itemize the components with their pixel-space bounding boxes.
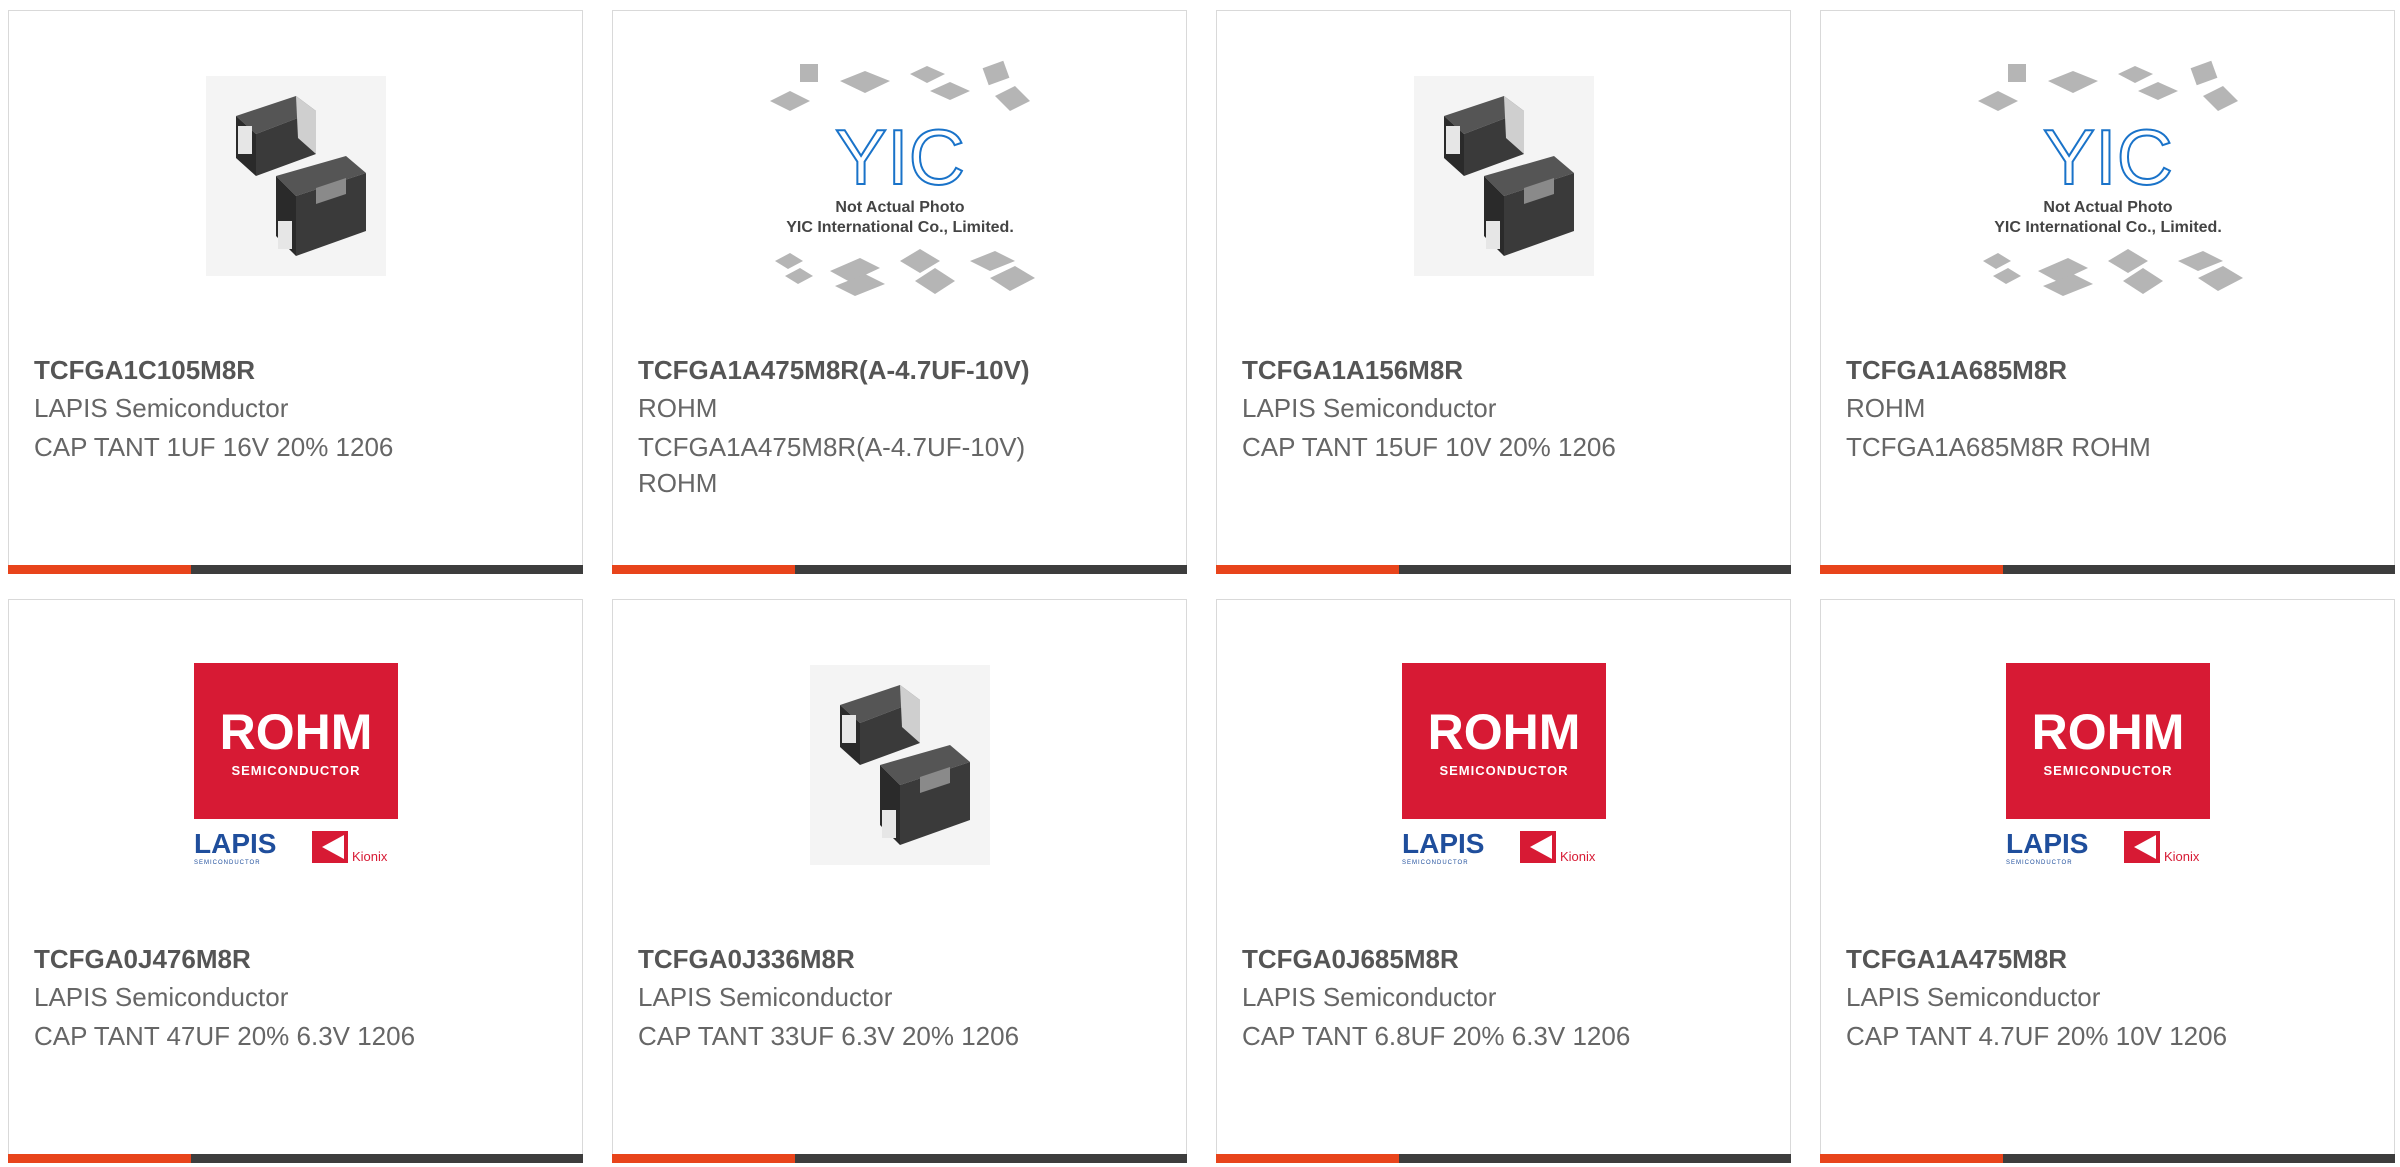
lapis-logo: LAPIS [194,828,276,859]
svg-text:SEMICONDUCTOR: SEMICONDUCTOR [1402,860,1469,866]
part-number[interactable]: TCFGA1A475M8R [1846,944,2067,975]
part-number[interactable]: TCFGA0J336M8R [638,944,855,975]
product-image[interactable] [1217,71,1790,281]
card-accent [612,1154,795,1163]
rohm-logo: ROHM [219,704,372,760]
svg-text:SEMICONDUCTOR: SEMICONDUCTOR [2043,763,2172,778]
card-bottom-bar [612,1154,1187,1163]
yic-company-text: YIC International Co., Limited. [786,219,1014,236]
card-bottom-bar [1820,565,2395,574]
manufacturer: LAPIS Semiconductor [638,982,893,1012]
card-accent [1216,565,1399,574]
part-number[interactable]: TCFGA1A156M8R [1242,355,1463,386]
svg-text:SEMICONDUCTOR: SEMICONDUCTOR [194,860,261,866]
svg-text:SEMICONDUCTOR: SEMICONDUCTOR [231,763,360,778]
product-card[interactable]: TCFGA0J336M8R LAPIS Semiconductor CAP TA… [612,599,1187,1163]
description: TCFGA1A475M8R(A-4.7UF-10V) ROHM [638,432,1026,498]
svg-text:SEMICONDUCTOR: SEMICONDUCTOR [2006,860,2073,866]
lapis-logo: LAPIS [2006,828,2088,859]
product-card[interactable]: ROHM SEMICONDUCTOR LAPIS SEMICONDUCTOR K… [1216,599,1791,1163]
description: TCFGA1A685M8R ROHM [1846,432,2151,462]
product-image[interactable]: ROHM SEMICONDUCTOR LAPIS SEMICONDUCTOR K… [1217,660,1790,870]
part-number[interactable]: TCFGA1A475M8R(A-4.7UF-10V) [638,355,1030,386]
product-card[interactable]: YIC Not Actual Photo YIC International C… [612,10,1187,574]
lapis-logo: LAPIS [1402,828,1484,859]
yic-logo: YIC [2042,113,2172,201]
product-card[interactable]: ROHM SEMICONDUCTOR LAPIS SEMICONDUCTOR K… [8,599,583,1163]
product-image[interactable]: YIC Not Actual Photo YIC International C… [1821,60,2394,296]
part-number[interactable]: TCFGA0J476M8R [34,944,251,975]
rohm-logo: ROHM [2031,704,2184,760]
card-bottom-bar [1216,1154,1791,1163]
manufacturer: LAPIS Semiconductor [34,393,289,423]
part-number[interactable]: TCFGA1C105M8R [34,355,255,386]
yic-placeholder-image: YIC Not Actual Photo YIC International C… [769,60,1035,296]
card-accent [1216,1154,1399,1163]
rohm-logo-image: ROHM SEMICONDUCTOR LAPIS SEMICONDUCTOR K… [193,663,398,866]
description: CAP TANT 33UF 6.3V 20% 1206 [638,1021,1020,1051]
description: CAP TANT 47UF 20% 6.3V 1206 [34,1021,416,1051]
not-actual-photo-text: Not Actual Photo [835,199,964,216]
svg-text:Kionix: Kionix [352,849,388,864]
card-bottom-bar [1216,565,1791,574]
capacitor-image [1413,76,1594,276]
capacitor-image [205,76,386,276]
yic-logo: YIC [834,113,964,201]
product-card[interactable]: TCFGA1A156M8R LAPIS Semiconductor CAP TA… [1216,10,1791,574]
rohm-logo: ROHM [1427,704,1580,760]
manufacturer: LAPIS Semiconductor [1846,982,2101,1012]
manufacturer: ROHM [638,393,718,423]
svg-text:Kionix: Kionix [2164,849,2200,864]
capacitor-image [809,665,990,865]
manufacturer: ROHM [1846,393,1926,423]
rohm-logo-image: ROHM SEMICONDUCTOR LAPIS SEMICONDUCTOR K… [1401,663,1606,866]
product-image[interactable] [9,71,582,281]
part-number[interactable]: TCFGA0J685M8R [1242,944,1459,975]
manufacturer: LAPIS Semiconductor [34,982,289,1012]
manufacturer: LAPIS Semiconductor [1242,982,1497,1012]
part-number[interactable]: TCFGA1A685M8R [1846,355,2067,386]
product-image[interactable]: YIC Not Actual Photo YIC International C… [613,60,1186,296]
svg-text:Kionix: Kionix [1560,849,1596,864]
card-accent [8,565,191,574]
card-bottom-bar [612,565,1187,574]
description: CAP TANT 6.8UF 20% 6.3V 1206 [1242,1021,1631,1051]
card-bottom-bar [8,565,583,574]
card-accent [1820,565,2003,574]
card-accent [612,565,795,574]
product-card[interactable]: ROHM SEMICONDUCTOR LAPIS SEMICONDUCTOR K… [1820,599,2395,1163]
card-bottom-bar [8,1154,583,1163]
description: CAP TANT 4.7UF 20% 10V 1206 [1846,1021,2228,1051]
product-image[interactable]: ROHM SEMICONDUCTOR LAPIS SEMICONDUCTOR K… [1821,660,2394,870]
svg-text:SEMICONDUCTOR: SEMICONDUCTOR [1439,763,1568,778]
manufacturer: LAPIS Semiconductor [1242,393,1497,423]
description: CAP TANT 1UF 16V 20% 1206 [34,432,394,462]
yic-placeholder-image: YIC Not Actual Photo YIC International C… [1977,60,2243,296]
product-image[interactable] [613,660,1186,870]
product-image[interactable]: ROHM SEMICONDUCTOR LAPIS SEMICONDUCTOR K… [9,660,582,870]
product-card[interactable]: YIC Not Actual Photo YIC International C… [1820,10,2395,574]
card-bottom-bar [1820,1154,2395,1163]
description: CAP TANT 15UF 10V 20% 1206 [1242,432,1616,462]
not-actual-photo-text: Not Actual Photo [2043,199,2172,216]
yic-company-text: YIC International Co., Limited. [1994,219,2222,236]
card-accent [1820,1154,2003,1163]
card-accent [8,1154,191,1163]
product-card[interactable]: TCFGA1C105M8R LAPIS Semiconductor CAP TA… [8,10,583,574]
rohm-logo-image: ROHM SEMICONDUCTOR LAPIS SEMICONDUCTOR K… [2005,663,2210,866]
